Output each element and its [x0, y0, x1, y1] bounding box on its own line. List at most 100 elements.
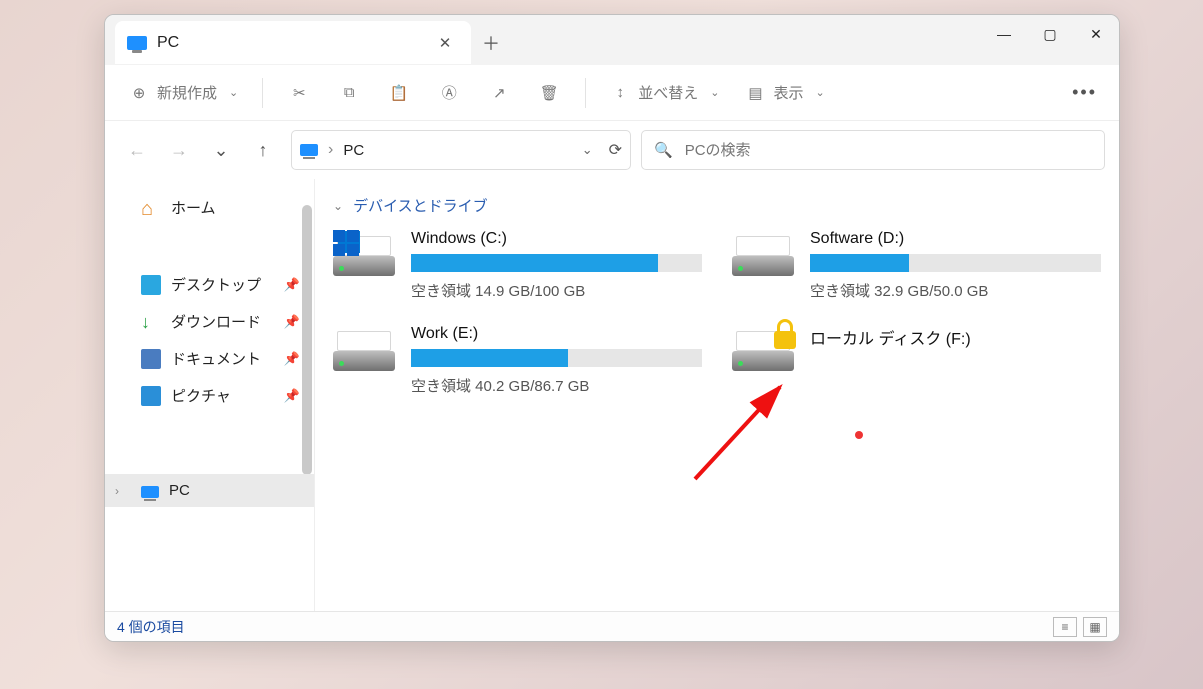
close-window-button[interactable]: ✕ [1073, 15, 1119, 53]
drive-name: Software (D:) [810, 230, 1101, 248]
sidebar-item-label: ピクチャ [171, 385, 231, 406]
sidebar-pc-label: PC [169, 482, 190, 499]
address-dropdown[interactable]: ⌄ [582, 142, 593, 158]
group-header[interactable]: ⌄ デバイスとドライブ [333, 195, 1101, 216]
sort-button[interactable]: ↕ 並べ替え ⌄ [600, 76, 729, 109]
trash-icon: 🗑 [539, 83, 559, 103]
drive-item-d[interactable]: Software (D:) 空き領域 32.9 GB/50.0 GB [732, 230, 1101, 301]
sidebar-item-pc[interactable]: › PC [105, 474, 314, 507]
drive-icon [732, 325, 794, 371]
sidebar-item-desktop[interactable]: デスクトップ 📌 [105, 266, 314, 303]
title-bar: PC ✕ ＋ — ▢ ✕ [105, 15, 1119, 65]
breadcrumb-separator: › [328, 141, 333, 159]
pc-icon [127, 36, 147, 50]
explorer-window: PC ✕ ＋ — ▢ ✕ ⊕ 新規作成 ⌄ ✂ ⧉ 📋 Ⓐ ↗ 🗑 ↕ 並べ替え… [104, 14, 1120, 642]
drive-icon [333, 325, 395, 371]
sidebar-item-home[interactable]: ホーム [105, 189, 314, 226]
capacity-bar [411, 254, 702, 272]
search-box[interactable]: 🔍 [641, 130, 1105, 170]
document-icon [141, 349, 161, 369]
drive-item-c[interactable]: Windows (C:) 空き領域 14.9 GB/100 GB [333, 230, 702, 301]
search-input[interactable] [685, 142, 1092, 159]
refresh-button[interactable]: ⟳ [609, 140, 622, 160]
more-button[interactable]: ••• [1064, 82, 1105, 103]
rename-icon: Ⓐ [439, 83, 459, 103]
new-button[interactable]: ⊕ 新規作成 ⌄ [119, 76, 248, 109]
pin-icon: 📌 [284, 314, 300, 330]
minimize-button[interactable]: — [981, 15, 1027, 53]
back-button[interactable]: ← [125, 140, 149, 161]
details-view-button[interactable]: ≡ [1053, 617, 1077, 637]
breadcrumb-pc[interactable]: PC [343, 142, 364, 159]
delete-button[interactable]: 🗑 [527, 77, 571, 109]
sidebar-item-downloads[interactable]: ダウンロード 📌 [105, 303, 314, 340]
pc-icon [300, 144, 318, 156]
drive-freespace: 空き領域 32.9 GB/50.0 GB [810, 280, 1101, 301]
recent-dropdown[interactable]: ⌄ [209, 140, 233, 161]
tab-title: PC [157, 34, 421, 52]
desktop-icon [141, 275, 161, 295]
drive-name: Windows (C:) [411, 230, 702, 248]
drive-icon [732, 230, 794, 276]
body: ホーム デスクトップ 📌 ダウンロード 📌 ドキュメント 📌 ピクチャ 📌 [105, 179, 1119, 611]
drive-item-f[interactable]: ローカル ディスク (F:) [732, 325, 1101, 396]
clipboard-icon: 📋 [389, 83, 409, 103]
sort-icon: ↕ [610, 83, 630, 103]
tab-pc[interactable]: PC ✕ [115, 21, 471, 65]
address-bar[interactable]: › PC ⌄ ⟳ [291, 130, 631, 170]
up-button[interactable]: ↑ [251, 140, 275, 161]
close-tab-button[interactable]: ✕ [431, 34, 459, 52]
pin-icon: 📌 [284, 277, 300, 293]
window-controls: — ▢ ✕ [981, 15, 1119, 53]
drive-freespace: 空き領域 14.9 GB/100 GB [411, 280, 702, 301]
view-icon: ▤ [745, 83, 765, 103]
copy-button[interactable]: ⧉ [327, 77, 371, 109]
windows-logo-icon [333, 230, 359, 256]
chevron-right-icon[interactable]: › [115, 484, 119, 498]
tiles-view-button[interactable]: ▦ [1083, 617, 1107, 637]
pin-icon: 📌 [284, 351, 300, 367]
forward-button[interactable]: → [167, 140, 191, 161]
chevron-down-icon: ⌄ [229, 86, 238, 99]
copy-icon: ⧉ [339, 83, 359, 103]
status-bar: 4 個の項目 ≡ ▦ [105, 611, 1119, 641]
pc-icon [141, 486, 159, 498]
search-icon: 🔍 [654, 141, 673, 159]
view-button[interactable]: ▤ 表示 ⌄ [735, 76, 834, 109]
picture-icon [141, 386, 161, 406]
share-icon: ↗ [489, 83, 509, 103]
toolbar: ⊕ 新規作成 ⌄ ✂ ⧉ 📋 Ⓐ ↗ 🗑 ↕ 並べ替え ⌄ ▤ 表示 ⌄ ••• [105, 65, 1119, 121]
sidebar-item-label: ダウンロード [171, 311, 261, 332]
drive-icon [333, 230, 395, 276]
new-tab-button[interactable]: ＋ [471, 21, 511, 65]
sort-button-label: 並べ替え [638, 82, 698, 103]
drive-item-e[interactable]: Work (E:) 空き領域 40.2 GB/86.7 GB [333, 325, 702, 396]
lock-icon [772, 319, 798, 349]
sidebar-item-documents[interactable]: ドキュメント 📌 [105, 340, 314, 377]
sidebar-item-pictures[interactable]: ピクチャ 📌 [105, 377, 314, 414]
chevron-down-icon: ⌄ [710, 86, 719, 99]
share-button[interactable]: ↗ [477, 77, 521, 109]
separator [262, 78, 263, 108]
plus-circle-icon: ⊕ [129, 83, 149, 103]
sidebar: ホーム デスクトップ 📌 ダウンロード 📌 ドキュメント 📌 ピクチャ 📌 [105, 179, 315, 611]
scissors-icon: ✂ [289, 83, 309, 103]
new-button-label: 新規作成 [157, 82, 217, 103]
home-icon [141, 198, 161, 218]
view-button-label: 表示 [773, 82, 803, 103]
annotation-dot [855, 431, 863, 439]
drive-name: ローカル ディスク (F:) [810, 325, 1101, 349]
group-title: デバイスとドライブ [353, 195, 488, 216]
nav-buttons: ← → ⌄ ↑ [119, 140, 281, 161]
status-text: 4 個の項目 [117, 617, 185, 637]
content-pane: ⌄ デバイスとドライブ Windows (C:) 空き領域 14.9 GB/10… [315, 179, 1119, 611]
sidebar-home-label: ホーム [171, 197, 216, 218]
drive-name: Work (E:) [411, 325, 702, 343]
paste-button[interactable]: 📋 [377, 77, 421, 109]
rename-button[interactable]: Ⓐ [427, 77, 471, 109]
cut-button[interactable]: ✂ [277, 77, 321, 109]
separator [585, 78, 586, 108]
drives-grid: Windows (C:) 空き領域 14.9 GB/100 GB Softwar… [333, 230, 1101, 396]
maximize-button[interactable]: ▢ [1027, 15, 1073, 53]
nav-bar: ← → ⌄ ↑ › PC ⌄ ⟳ 🔍 [105, 121, 1119, 179]
